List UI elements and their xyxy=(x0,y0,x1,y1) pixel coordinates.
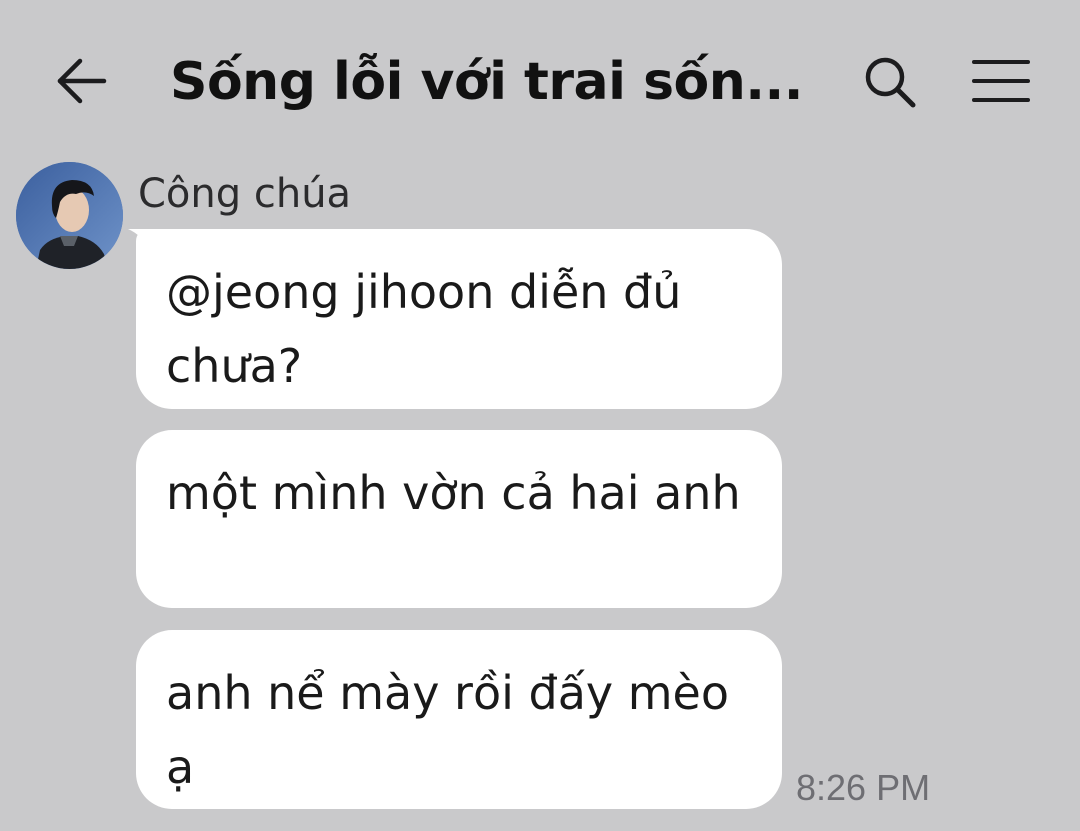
message-text: @jeong jihoon diễn đủ chưa? xyxy=(166,265,682,393)
message-bubble[interactable]: @jeong jihoon diễn đủ chưa? xyxy=(136,229,782,409)
message-timestamp: 8:26 PM xyxy=(796,767,931,808)
search-icon xyxy=(865,57,916,108)
message-text: anh nể mày rồi đấy mèo ạ xyxy=(166,666,729,794)
message-bubble[interactable]: anh nể mày rồi đấy mèo ạ xyxy=(136,630,782,809)
sender-name: Công chúa xyxy=(138,171,352,217)
chat-header: Sống lỗi với trai sốn... xyxy=(0,0,1080,160)
chat-title: Sống lỗi với trai sốn... xyxy=(170,52,804,112)
arrow-left-icon xyxy=(57,58,107,104)
menu-button[interactable] xyxy=(970,56,1032,106)
message-text: một mình vờn cả hai anh xyxy=(166,466,741,520)
hamburger-menu-icon xyxy=(972,60,1030,102)
message-bubble[interactable]: một mình vờn cả hai anh xyxy=(136,430,782,608)
back-button[interactable] xyxy=(50,50,112,112)
avatar[interactable] xyxy=(16,162,123,269)
avatar-image xyxy=(16,162,123,269)
search-button[interactable] xyxy=(860,52,920,112)
